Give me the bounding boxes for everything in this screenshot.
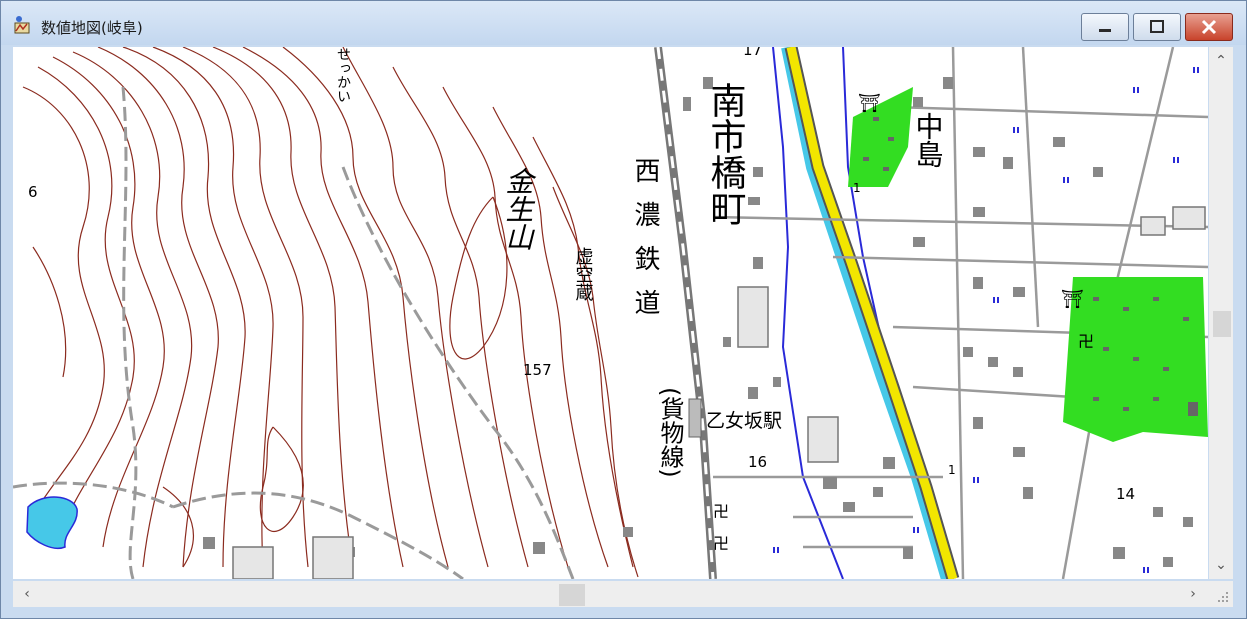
scroll-right-icon[interactable]: ›	[1181, 582, 1205, 606]
area-label-nakajima: 中島	[912, 112, 945, 168]
minimize-button[interactable]	[1081, 13, 1129, 41]
app-window: 数値地図(岐阜) 157 16 14 17 6 1 1 南市橋町 中島 金生山 …	[0, 0, 1247, 619]
elevation-17: 17	[743, 47, 762, 59]
elevation-6: 6	[28, 183, 38, 201]
elevation-1-north: 1	[853, 181, 861, 195]
window-title: 数値地図(岐阜)	[41, 19, 143, 37]
vertical-scrollbar[interactable]: ⌃ ⌄	[1209, 47, 1233, 579]
pond	[26, 496, 78, 549]
railway-label-cargo: (貨物線)	[656, 387, 684, 478]
vertical-scroll-thumb[interactable]	[1213, 311, 1231, 337]
temple-symbol-south-b: 卍	[713, 534, 729, 553]
maximize-button[interactable]	[1133, 13, 1181, 41]
shrine-symbol-north: ⛩	[858, 93, 881, 114]
temple-symbol-south-a: 卍	[713, 502, 729, 521]
horizontal-scrollbar[interactable]: ‹ ›	[13, 581, 1209, 607]
scroll-up-icon[interactable]: ⌃	[1209, 49, 1233, 73]
elevation-16: 16	[748, 453, 767, 471]
shrine-symbol-east: ⛩	[1061, 289, 1084, 310]
railway-label-seino: 西濃鉄道	[630, 157, 660, 333]
town-label-minami-ichihashi: 南市橋町	[705, 82, 746, 226]
mountain-roads	[13, 86, 575, 579]
map-view[interactable]: 157 16 14 17 6 1 1 南市橋町 中島 金生山 虚空蔵 西濃鉄道 …	[13, 47, 1208, 579]
topographic-map: 157 16 14 17 6 1 1 南市橋町 中島 金生山 虚空蔵 西濃鉄道 …	[13, 47, 1208, 579]
elevation-1-south: 1	[948, 463, 956, 477]
kana-label-sekkai: せっかい	[335, 47, 351, 103]
horizontal-scroll-thumb[interactable]	[559, 584, 585, 606]
scroll-left-icon[interactable]: ‹	[15, 582, 39, 606]
town-label-group: 南市橋町	[705, 82, 746, 226]
contour-lines	[22, 47, 639, 578]
temple-symbol-east: 卍	[1078, 332, 1094, 351]
temple-label-kokuzo: 虚空蔵	[573, 247, 594, 301]
station-label-otomezaka: 乙女坂駅	[706, 410, 782, 432]
otomezaka-station-platform	[688, 398, 702, 438]
title-bar[interactable]: 数値地図(岐阜)	[1, 1, 1246, 45]
minimize-icon	[1099, 29, 1111, 32]
map-app-icon	[14, 16, 30, 34]
elevation-157: 157	[523, 361, 552, 379]
maximize-icon	[1150, 20, 1164, 33]
close-button[interactable]	[1185, 13, 1233, 41]
buildings	[203, 77, 1193, 567]
mountain-label-kinshouzan: 金生山	[502, 167, 535, 251]
scroll-down-icon[interactable]: ⌄	[1209, 553, 1233, 577]
close-icon	[1201, 19, 1217, 35]
elevation-14: 14	[1116, 485, 1135, 503]
resize-grip-icon[interactable]	[1209, 581, 1233, 607]
